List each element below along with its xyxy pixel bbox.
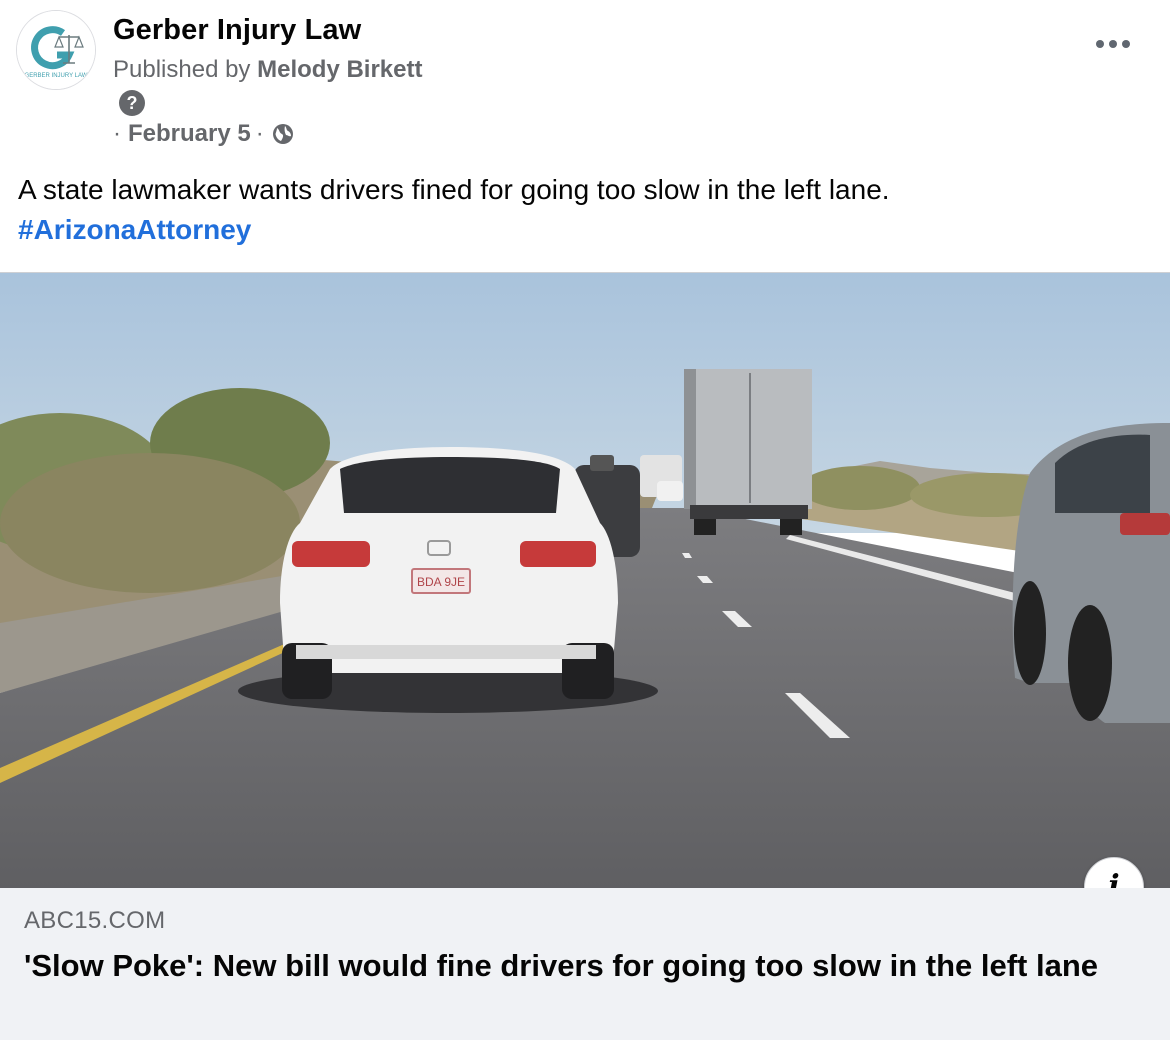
published-by-line: Published by Melody Birkett [113,56,422,84]
published-by-label: Published by [113,56,251,83]
post-meta: · February 5 · [113,120,295,148]
link-domain: ABC15.COM [24,907,166,934]
hashtag-link[interactable]: #ArizonaAttorney [18,210,1148,250]
link-preview-footer[interactable]: ABC15.COM 'Slow Poke': New bill would fi… [0,888,1170,1040]
help-icon[interactable]: ? [119,90,145,116]
more-dot [1096,40,1104,48]
meta-separator: · [113,120,121,147]
highway-photo: BDA 9JE [0,273,1170,889]
more-dot [1122,40,1130,48]
post-body: A state lawmaker wants drivers fined for… [18,170,1148,250]
facebook-post: GERBER INJURY LAW Gerber Injury Law Publ… [0,0,1170,1040]
post-message: A state lawmaker wants drivers fined for… [18,174,890,205]
more-dot [1109,40,1117,48]
link-title[interactable]: 'Slow Poke': New bill would fine drivers… [24,946,1124,986]
page-name-link[interactable]: Gerber Injury Law [113,14,361,47]
avatar-logo-text: GERBER INJURY LAW [25,73,88,79]
author-name[interactable]: Melody Birkett [257,56,422,83]
globe-icon[interactable] [271,122,295,146]
more-options-icon[interactable] [1096,40,1130,48]
gerber-logo-icon: GERBER INJURY LAW [17,11,95,89]
link-preview-image[interactable]: BDA 9JE [0,272,1170,889]
meta-separator: · [255,120,264,147]
license-plate-text: BDA 9JE [417,575,465,589]
page-avatar[interactable]: GERBER INJURY LAW [16,10,96,90]
post-date-link[interactable]: February 5 [128,120,251,148]
